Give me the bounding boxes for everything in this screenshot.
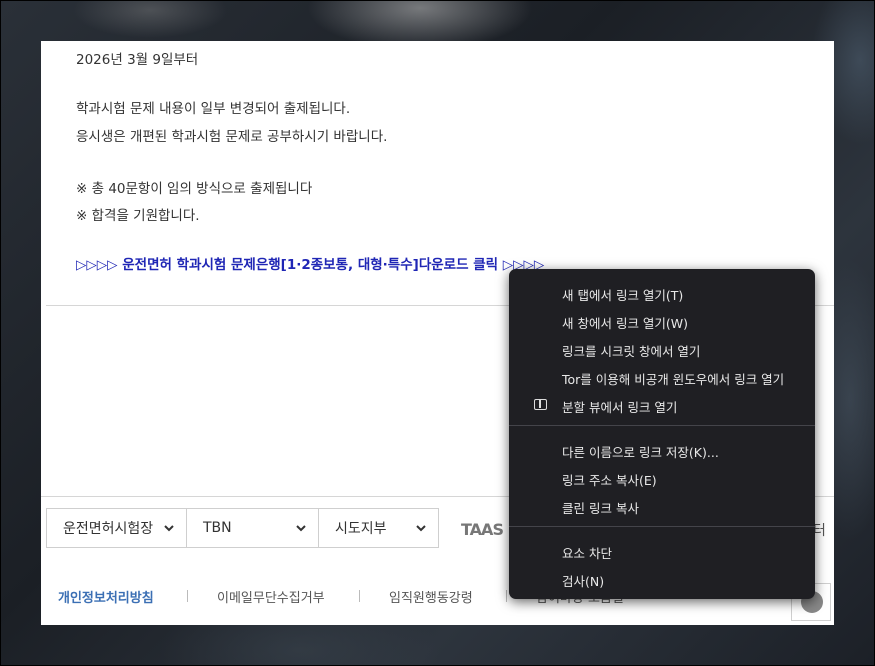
notice-text: ※ 합격을 기원합니다. (76, 208, 200, 224)
separator (506, 590, 507, 602)
notice-text: 학과시험 문제 내용이 일부 변경되어 출제됩니다. (76, 101, 351, 117)
chevron-down-icon (164, 525, 174, 532)
split-view-icon (534, 399, 547, 410)
menu-item-open-split-view[interactable]: 분할 뷰에서 링크 열기 (509, 391, 815, 419)
menu-item-save-link-as[interactable]: 다른 이름으로 링크 저장(K)... (509, 436, 815, 464)
notice-date: 2026년 3월 9일부터 (76, 52, 199, 68)
menu-item-label: 링크를 시크릿 창에서 열기 (562, 344, 701, 359)
footer-link-email-refusal[interactable]: 이메일무단수집거부 (217, 587, 325, 606)
menu-separator (509, 425, 815, 426)
site-select-tbn[interactable]: TBN (186, 508, 319, 548)
notice-text: ※ 총 40문항이 임의 방식으로 출제됩니다 (76, 181, 313, 197)
download-link[interactable]: ▷▷▷▷ 운전면허 학과시험 문제은행[1·2종보통, 대형·특수]다운로드 클… (76, 253, 544, 273)
site-select-branch[interactable]: 시도지부 (318, 508, 439, 548)
menu-item-copy-clean-link[interactable]: 클린 링크 복사 (509, 492, 815, 520)
menu-item-label: 분할 뷰에서 링크 열기 (562, 400, 678, 415)
menu-item-inspect[interactable]: 검사(N) (509, 565, 815, 593)
select-value: 운전면허시험장 (63, 521, 154, 537)
menu-item-open-new-tab[interactable]: 새 탭에서 링크 열기(T) (509, 279, 815, 307)
separator (359, 590, 360, 602)
notice-text: 응시생은 개편된 학과시험 문제로 공부하시기 바랍니다. (76, 129, 388, 145)
menu-item-label: 다른 이름으로 링크 저장(K)... (562, 445, 719, 460)
select-value: TBN (203, 520, 232, 536)
separator (187, 590, 188, 602)
menu-item-block-element[interactable]: 요소 차단 (509, 537, 815, 565)
context-menu: 새 탭에서 링크 열기(T) 새 창에서 링크 열기(W) 링크를 시크릿 창에… (509, 269, 815, 599)
taas-logo[interactable]: TAAS (461, 520, 504, 539)
menu-item-label: Tor를 이용해 비공개 윈도우에서 링크 열기 (562, 372, 785, 387)
select-value: 시도지부 (335, 521, 387, 537)
menu-item-open-new-window[interactable]: 새 창에서 링크 열기(W) (509, 307, 815, 335)
menu-separator (509, 526, 815, 527)
menu-item-open-incognito[interactable]: 링크를 시크릿 창에서 열기 (509, 335, 815, 363)
menu-item-label: 요소 차단 (562, 546, 612, 561)
menu-item-label: 검사(N) (562, 574, 605, 589)
chevron-down-icon (296, 525, 306, 532)
menu-item-label: 새 탭에서 링크 열기(T) (562, 288, 684, 303)
menu-item-label: 클린 링크 복사 (562, 501, 639, 516)
menu-item-label: 새 창에서 링크 열기(W) (562, 316, 689, 331)
footer-link-code-of-conduct[interactable]: 임직원행동강령 (389, 587, 473, 606)
footer-link-privacy[interactable]: 개인정보처리방침 (58, 587, 154, 606)
chevron-down-icon (416, 525, 426, 532)
menu-item-open-tor[interactable]: Tor를 이용해 비공개 윈도우에서 링크 열기 (509, 363, 815, 391)
menu-item-label: 링크 주소 복사(E) (562, 473, 657, 488)
menu-item-copy-link-address[interactable]: 링크 주소 복사(E) (509, 464, 815, 492)
site-select-exam-center[interactable]: 운전면허시험장 (46, 508, 187, 548)
